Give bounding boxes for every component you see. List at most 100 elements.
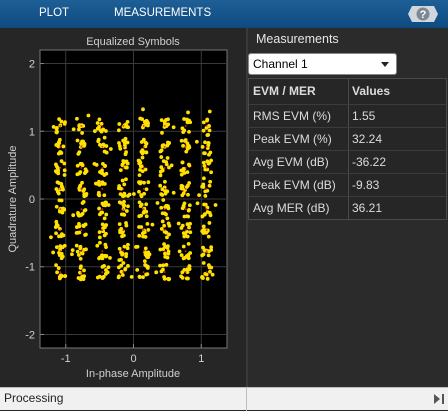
plot-panel: Equalized Symbols -1 0 1 -2 -1 0 1 2 In-phase A… [0, 28, 246, 387]
symbol-point [137, 274, 142, 279]
reference-point [205, 187, 208, 190]
symbol-point [158, 247, 163, 252]
symbol-point [78, 256, 83, 261]
symbol-point [137, 173, 142, 178]
symbol-point [141, 107, 145, 112]
symbol-point [158, 173, 163, 178]
symbol-point [203, 194, 208, 198]
symbol-point [185, 222, 190, 227]
symbol-point [126, 264, 130, 268]
row-value: -36.22 [352, 155, 387, 169]
symbol-point [104, 245, 108, 250]
symbol-point [106, 203, 111, 207]
symbol-point [180, 223, 185, 228]
symbol-point [201, 160, 206, 165]
symbol-point [166, 249, 171, 254]
symbol-point [77, 127, 81, 132]
symbol-point [180, 160, 185, 165]
measurements-panel: Measurements Channel 1 EVM / MER Values … [248, 28, 448, 387]
symbol-point [158, 183, 163, 188]
reference-point [184, 271, 187, 274]
toolstrip: PLOT MEASUREMENTS ? [0, 0, 448, 28]
symbol-point [74, 243, 79, 248]
play-icon[interactable] [434, 394, 440, 404]
symbol-point [54, 126, 59, 131]
symbol-point [207, 221, 212, 225]
symbol-point [166, 221, 171, 226]
symbol-point [108, 147, 113, 151]
reference-point [205, 145, 208, 148]
symbol-point [57, 117, 61, 122]
symbol-point [54, 219, 59, 224]
symbol-point [75, 138, 80, 143]
symbol-point [137, 214, 142, 219]
plot-title: Equalized Symbols [86, 36, 180, 48]
symbol-point [62, 161, 67, 166]
symbol-point [144, 202, 149, 207]
table-header-row: EVM / MER Values [249, 79, 446, 104]
constellation-plot[interactable]: Equalized Symbols -1 0 1 -2 -1 0 1 2 In-phase A… [0, 28, 246, 387]
symbol-point [202, 248, 207, 252]
symbol-point [75, 172, 80, 177]
symbol-point [159, 227, 164, 231]
symbol-point [162, 121, 167, 126]
reference-point [184, 124, 187, 127]
symbol-point [102, 216, 107, 221]
reference-point [205, 250, 208, 253]
reference-point [80, 166, 83, 169]
symbol-point [145, 251, 149, 256]
symbol-point [186, 192, 190, 197]
symbol-point [187, 225, 191, 230]
symbol-point [135, 267, 140, 272]
symbol-point [82, 187, 87, 192]
symbol-point [208, 269, 212, 274]
symbol-point [186, 183, 190, 188]
symbol-point [61, 144, 66, 149]
symbol-point [204, 230, 209, 235]
y-tick-label: -1 [25, 262, 35, 274]
help-button[interactable]: ? [406, 4, 440, 24]
reference-point [59, 124, 62, 127]
symbol-point [137, 233, 142, 238]
symbol-point [163, 179, 167, 184]
symbol-point [101, 144, 105, 149]
symbol-point [137, 189, 141, 194]
row-label: RMS EVM (%) [249, 105, 349, 127]
status-text: Processing [4, 391, 64, 405]
symbol-point [82, 268, 86, 273]
symbol-point [164, 262, 169, 267]
symbol-point [145, 221, 150, 226]
symbol-point [80, 163, 85, 168]
symbol-point [144, 264, 149, 268]
symbol-point [138, 116, 143, 121]
tab-measurements[interactable]: MEASUREMENTS [114, 0, 211, 28]
symbol-point [116, 275, 121, 280]
symbol-point [78, 244, 83, 249]
reference-point [163, 187, 166, 190]
symbol-point [182, 267, 187, 272]
reference-point [142, 166, 145, 169]
channel-dropdown[interactable]: Channel 1 [248, 53, 397, 75]
symbol-point [201, 184, 205, 189]
symbol-point [108, 255, 112, 260]
symbol-point [71, 127, 76, 132]
reference-point [101, 250, 104, 253]
symbol-point [166, 141, 171, 146]
symbol-point [95, 275, 100, 280]
symbol-point [60, 245, 65, 250]
reference-point [142, 229, 145, 232]
symbol-point [176, 221, 181, 226]
symbol-point [131, 192, 136, 196]
symbol-point [57, 234, 61, 239]
symbol-point [201, 128, 206, 133]
reference-point [163, 271, 166, 274]
symbol-point [160, 219, 165, 224]
x-axis-label: In-phase Amplitude [86, 368, 180, 380]
symbol-point [159, 155, 164, 159]
symbol-point [120, 230, 125, 235]
tab-plot[interactable]: PLOT [39, 0, 69, 28]
symbol-point [77, 150, 82, 155]
symbol-point [161, 267, 165, 272]
symbol-point [54, 263, 58, 268]
symbol-point [207, 183, 212, 188]
